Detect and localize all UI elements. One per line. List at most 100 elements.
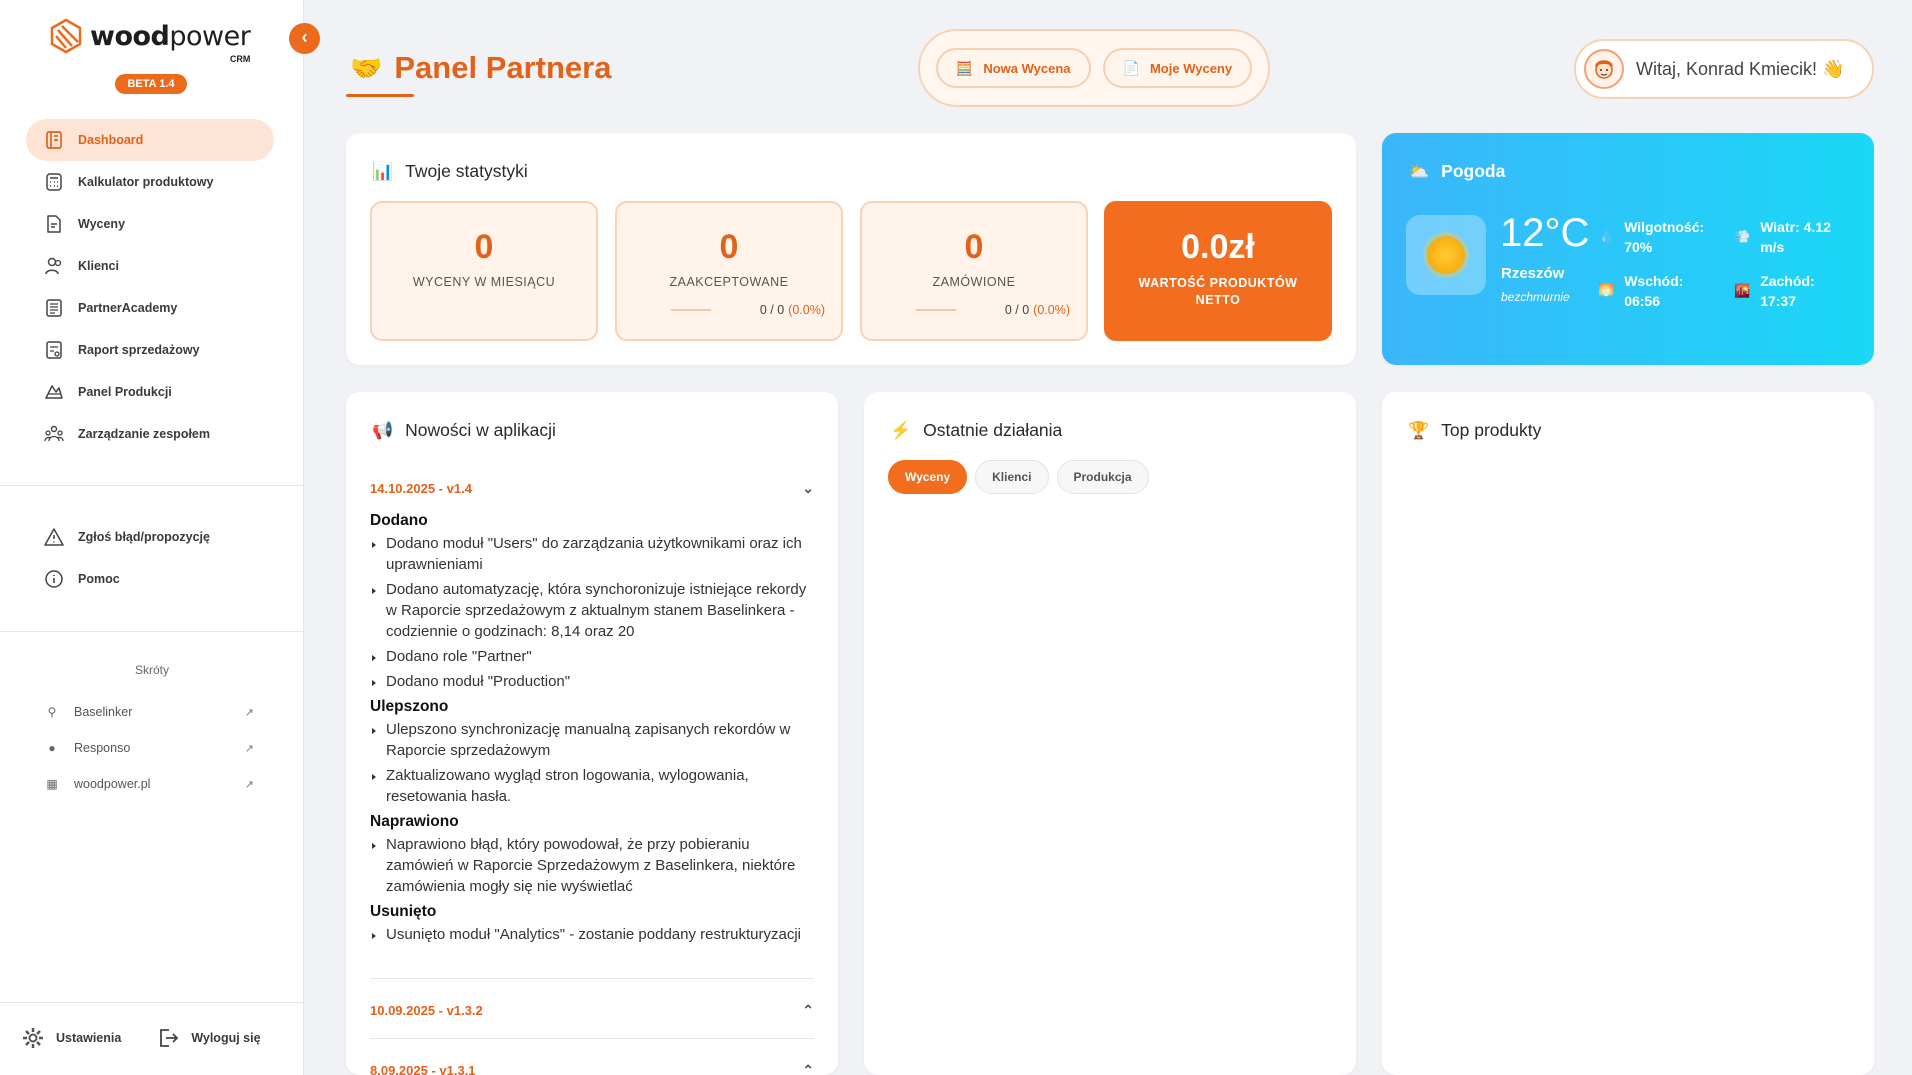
stats-card: 📊 Twoje statystyki 0 WYCENY W MIESIĄCU 0… [346,133,1356,365]
handshake-icon: 🤝 [350,52,383,83]
sunrise-text: Wschód: 06:56 [1624,273,1684,309]
new-quote-button[interactable]: 🧮 Nowa Wycena [935,48,1091,88]
sunset-icon: 🌇 [1734,283,1751,298]
my-quotes-label: Moje Wyceny [1149,60,1233,76]
report-icon [44,340,64,360]
info-icon [44,569,64,589]
stat-value: 0 [719,228,739,266]
wind-text: Wiatr: 4.12 m/s [1760,219,1831,255]
stat-value: 0.0zł [1181,228,1255,266]
nav-item-calculator[interactable]: Kalkulator produktowy [26,161,274,203]
quick-actions: 🧮 Nowa Wycena 📄 Moje Wyceny [918,29,1270,107]
section-list: Dodano moduł "Users" do zarządzania użyt… [370,533,818,692]
news-card: 📢 Nowości w aplikacji 14.10.2025 - v1.4 … [346,392,838,1075]
user-greeting[interactable]: Witaj, Konrad Kmiecik! 👋 [1574,39,1874,99]
list-item: Naprawiono błąd, który powodował, że prz… [370,834,818,897]
nav-label: Pomoc [78,572,120,586]
document-icon: 📄 [1122,59,1140,76]
section-heading: Dodano [370,512,428,529]
sunrise-icon: 🌅 [1598,283,1615,298]
sun-icon [1427,236,1465,274]
main-nav: Dashboard Kalkulator produktowy Wyceny K… [26,119,274,455]
nav-item-help[interactable]: Pomoc [26,558,274,600]
collapse-sidebar-button[interactable]: ‹ [289,23,320,54]
sidebar: woodpower CRM BETA 1.4 Dashboard Kalkula… [0,0,304,1075]
section-list: Usunięto moduł "Analytics" - zostanie po… [370,924,818,945]
external-link-icon: ↗ [244,742,254,755]
nav-item-clients[interactable]: Klienci [26,245,274,287]
activity-tabs: Wyceny Klienci Produkcja [888,460,1149,494]
shortcut-baselinker[interactable]: ⚲ Baselinker ↗ [44,701,254,723]
stat-ordered: 0 ZAMÓWIONE 0 / 0 (0.0%) [860,201,1088,341]
card-title: 📊 Twoje statystyki [372,161,528,182]
nav-item-dashboard[interactable]: Dashboard [26,119,274,161]
user-avatar-icon [1595,60,1613,79]
wind-icon: 💨 [1734,229,1751,244]
ratio-percent: (0.0%) [788,303,825,317]
shortcut-label: Responso [74,741,131,755]
shortcut-woodpower[interactable]: ▦ woodpower.pl ↗ [44,773,254,795]
chevron-down-icon: ⌄ [802,479,814,496]
nav-item-report-bug[interactable]: Zgłoś błąd/propozycję [26,516,274,558]
stat-value: 0 [474,228,494,266]
document-icon [44,214,64,234]
changelog-body: Dodano Dodano moduł "Users" do zarządzan… [370,510,818,949]
academy-icon [44,298,64,318]
changelog-date: 14.10.2025 - v1.4 [370,480,472,496]
activity-card: ⚡ Ostatnie działania Wyceny Klienci Prod… [864,392,1356,1075]
nav-label: Klienci [78,259,119,273]
external-link-icon: ↗ [244,778,254,791]
chevron-left-icon: ‹ [301,27,308,47]
section-heading: Usunięto [370,903,437,920]
calculator-icon: 🧮 [955,59,974,76]
nav-item-production[interactable]: Panel Produkcji [26,371,274,413]
changelog-entry-header[interactable]: 14.10.2025 - v1.4 ⌄ [370,476,814,500]
nav-item-quotes[interactable]: Wyceny [26,203,274,245]
stat-monthly-quotes: 0 WYCENY W MIESIĄCU [370,201,598,341]
my-quotes-button[interactable]: 📄 Moje Wyceny [1102,48,1253,88]
list-item: Ulepszono synchronizację manualną zapisa… [370,719,818,761]
gear-icon [23,1028,43,1048]
new-quote-label: Nowa Wycena [983,60,1071,76]
ratio-bar [671,309,711,311]
droplet-icon: 💧 [1598,229,1615,244]
logo-mark-icon [50,18,82,54]
page-title: Panel Partnera [394,50,612,85]
megaphone-icon: 📢 [372,420,394,440]
shortcut-label: woodpower.pl [74,777,151,791]
humidity-text: Wilgotność: 70% [1624,219,1705,255]
bar-chart-icon: 📊 [372,161,394,181]
responso-icon: ● [48,741,56,755]
nav-item-sales-report[interactable]: Raport sprzedażowy [26,329,274,371]
tab-clients[interactable]: Klienci [975,460,1049,494]
tab-production[interactable]: Produkcja [1056,460,1149,494]
brand-logo[interactable]: woodpower CRM [48,18,251,64]
team-icon [44,424,64,444]
chevron-up-icon: ⌃ [802,1061,814,1075]
greeting-text: Witaj, Konrad Kmiecik! 👋 [1636,58,1845,79]
brand-sub: CRM [229,53,251,64]
nav-item-partner-academy[interactable]: PartnerAcademy [26,287,274,329]
list-item: Usunięto moduł "Analytics" - zostanie po… [370,924,818,945]
lightning-icon: ⚡ [890,420,912,440]
logout-icon [160,1029,179,1047]
changelog-date: 10.09.2025 - v1.3.2 [370,1002,483,1018]
nav-label: Dashboard [78,133,144,147]
version-badge: BETA 1.4 [115,74,187,94]
shortcuts-title: Skróty [134,663,169,677]
stat-accepted: 0 ZAAKCEPTOWANE 0 / 0 (0.0%) [615,201,843,341]
changelog-entry-header[interactable]: 10.09.2025 - v1.3.2 ⌃ [370,998,814,1022]
shortcut-responso[interactable]: ● Responso ↗ [44,737,254,759]
logout-label: Wyloguj się [191,1031,261,1045]
changelog-entry-header[interactable]: 8.09.2025 - v1.3.1 ⌃ [370,1058,814,1075]
logout-button[interactable]: Wyloguj się [157,1027,261,1049]
sidebar-divider [0,485,304,486]
weather-title: Pogoda [1441,161,1506,181]
external-link-icon: ↗ [244,706,254,719]
dashboard-icon [44,130,64,150]
nav-item-team[interactable]: Zarządzanie zespołem [26,413,274,455]
settings-button[interactable]: Ustawienia [22,1027,121,1049]
title-underline [346,94,414,97]
changelog-separator [370,978,814,979]
tab-quotes[interactable]: Wyceny [888,460,968,494]
